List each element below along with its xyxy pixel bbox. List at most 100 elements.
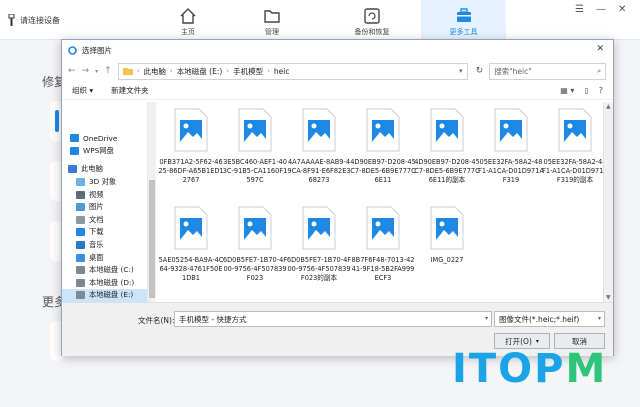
- tree-item[interactable]: 此电脑: [62, 163, 147, 176]
- refresh-icon[interactable]: ↻: [476, 66, 484, 76]
- file-item[interactable]: 05EE32FA-58A2-48F1-A1CA-D01D971AF319: [478, 108, 544, 184]
- drive-icon: [76, 266, 85, 275]
- downloads-folder-icon: [76, 228, 85, 237]
- logo-text-part2: M: [565, 346, 608, 392]
- back-arrow-icon[interactable]: ←: [68, 66, 76, 76]
- tab-home-label: 主页: [181, 28, 195, 36]
- organize-button[interactable]: 组织 ▾: [72, 85, 93, 96]
- tree-item-label: 图片: [89, 202, 104, 212]
- image-file-icon: [238, 108, 272, 152]
- tree-item[interactable]: 音乐: [62, 239, 147, 252]
- file-item[interactable]: 8B7F6F48-7013-4241-9F18-5B2FA999ECF3: [350, 206, 416, 282]
- navigation-tree: OneDrive WPS网盘此电脑 3D 对象 视频 图片文档 下载音乐 桌面本地磁盘 (C…: [62, 102, 148, 302]
- image-file-icon: [366, 108, 400, 152]
- up-arrow-icon[interactable]: ↑: [104, 66, 112, 76]
- file-name: IMG_0227: [430, 256, 464, 264]
- tab-home[interactable]: 主页: [153, 0, 223, 40]
- filename-field[interactable]: 手机模型 - 快捷方式 ▾: [174, 311, 492, 327]
- tree-item[interactable]: WPS网盘: [62, 145, 147, 158]
- minimize-icon[interactable]: —: [596, 4, 606, 15]
- dialog-toolbar: 组织 ▾ 新建文件夹 ▦ ▾ ▯ ?: [62, 82, 613, 100]
- tree-item-label: 桌面: [89, 252, 104, 262]
- window-close-icon[interactable]: ✕: [618, 4, 626, 15]
- file-item[interactable]: 4A7AAAAE-8AB9-49CA-8F91-E6F82E368273: [286, 108, 352, 184]
- image-file-icon: [558, 108, 592, 152]
- filetype-dropdown-icon[interactable]: ▾: [598, 315, 601, 322]
- file-item[interactable]: 0FB371A2-5F62-4625-86DF-A65B1ED12767: [158, 108, 224, 184]
- filetype-value: 图像文件(*.heic;*.heif): [499, 315, 580, 324]
- file-item[interactable]: IMG_0227: [414, 206, 480, 265]
- new-folder-button[interactable]: 新建文件夹: [111, 85, 149, 96]
- tree-item[interactable]: OneDrive: [62, 132, 147, 145]
- tree-item[interactable]: 文档: [62, 214, 147, 227]
- image-file-icon: [430, 108, 464, 152]
- file-item[interactable]: 5AE05254-BA9A-4C64-9328-4761F50E1DB1: [158, 206, 224, 282]
- help-icon[interactable]: ?: [599, 86, 603, 95]
- drive-icon: [76, 291, 85, 300]
- file-item[interactable]: 3E5BC460-AEF1-403C-91B5-CA1160F1597C: [222, 108, 288, 184]
- view-options-icon[interactable]: ▦ ▾: [560, 86, 574, 95]
- search-icon: ⌕: [597, 66, 602, 75]
- recent-locations-icon[interactable]: ▾: [95, 68, 98, 75]
- tree-item[interactable]: 视频: [62, 188, 147, 201]
- tree-item[interactable]: 下载: [62, 226, 147, 239]
- file-item[interactable]: 6D0B5FE7-1B70-4F00-9756-4F507839F023: [222, 206, 288, 282]
- device-connection[interactable]: 请连接设备: [8, 14, 60, 26]
- image-file-icon: [366, 206, 400, 250]
- filetype-select[interactable]: 图像文件(*.heic;*.heif) ▾: [494, 311, 605, 327]
- file-item[interactable]: 6D0B5FE7-1B70-4F00-9756-4F507839F023的副本: [286, 206, 352, 282]
- file-name: 4D90EB97-D208-45C7-8DE5-6B9E777C6E11的副本: [414, 158, 480, 184]
- 3d-objects-icon: [76, 178, 85, 187]
- image-file-icon: [494, 108, 528, 152]
- tree-item-label: 下载: [89, 227, 104, 237]
- dialog-close-button[interactable]: ✕: [596, 44, 604, 54]
- breadcrumb-drive-e[interactable]: 本地磁盘 (E:): [177, 66, 223, 77]
- tab-manage[interactable]: 管理: [237, 0, 307, 40]
- file-item[interactable]: 4D90EB97-D208-45C7-8DE5-6B9E777C6E11的副本: [414, 108, 480, 184]
- preview-pane-icon[interactable]: ▯: [584, 86, 588, 95]
- tree-item[interactable]: 本地磁盘 (C:): [62, 264, 147, 277]
- file-item[interactable]: 4D90EB97-D208-45C7-8DE5-6B9E777C6E11: [350, 108, 416, 184]
- tree-item-label: 本地磁盘 (D:): [89, 277, 135, 287]
- filename-value: 手机模型 - 快捷方式: [179, 315, 247, 324]
- home-icon: [180, 8, 196, 24]
- search-input[interactable]: 搜索"heic" ⌕: [489, 62, 607, 80]
- tree-item[interactable]: 本地磁盘 (E:): [62, 289, 147, 302]
- tree-item[interactable]: 3D 对象: [62, 176, 147, 189]
- tree-item[interactable]: 图片: [62, 201, 147, 214]
- image-file-icon: [174, 108, 208, 152]
- tree-scrollbar[interactable]: [148, 102, 156, 302]
- file-name: 4D90EB97-D208-45C7-8DE5-6B9E777C6E11: [350, 158, 416, 184]
- address-row: ← → ▾ ↑ › 此电脑 › 本地磁盘 (E:) › 手机模型 › heic …: [62, 60, 613, 82]
- tab-backup-restore[interactable]: 备份和恢复: [337, 0, 407, 40]
- scroll-down-icon[interactable]: ▼: [606, 294, 611, 301]
- breadcrumb-heic[interactable]: heic: [274, 67, 290, 76]
- toolbox-icon: [456, 8, 471, 22]
- tree-item[interactable]: 桌面: [62, 251, 147, 264]
- folder-icon: [122, 68, 133, 75]
- tree-scroll-thumb[interactable]: [149, 180, 155, 298]
- file-name: 8B7F6F48-7013-4241-9F18-5B2FA999ECF3: [351, 256, 415, 282]
- tree-item-label: 此电脑: [81, 164, 103, 174]
- filename-dropdown-icon[interactable]: ▾: [485, 315, 488, 322]
- tab-manage-label: 管理: [265, 28, 279, 36]
- breadcrumb-this-pc[interactable]: 此电脑: [143, 66, 166, 77]
- address-bar[interactable]: › 此电脑 › 本地磁盘 (E:) › 手机模型 › heic ▾: [117, 62, 468, 80]
- menu-icon[interactable]: ☰: [575, 4, 584, 15]
- scroll-up-icon[interactable]: ▲: [606, 103, 611, 110]
- app-header: 请连接设备 主页 管理 备份和恢复 更多工具 ☰ — ✕: [0, 0, 640, 40]
- backup-restore-icon: [364, 8, 380, 24]
- forward-arrow-icon[interactable]: →: [82, 66, 90, 76]
- tab-more-tools[interactable]: 更多工具: [421, 0, 506, 40]
- search-placeholder: 搜索"heic": [494, 66, 532, 76]
- itopm-logo: ITOP M: [452, 341, 607, 397]
- address-dropdown-icon[interactable]: ▾: [459, 67, 463, 75]
- file-item[interactable]: 05EE32FA-58A2-48F1-A1CA-D01D971AF319的副本: [542, 108, 608, 184]
- tab-more-tools-label: 更多工具: [449, 28, 478, 36]
- tree-item-label: OneDrive: [83, 133, 118, 143]
- breadcrumb-phone-model[interactable]: 手机模型: [233, 66, 263, 77]
- image-file-icon: [238, 206, 272, 250]
- file-name: 6D0B5FE7-1B70-4F00-9756-4F507839F023: [222, 256, 288, 282]
- tree-item[interactable]: 本地磁盘 (D:): [62, 277, 147, 290]
- file-scrollbar[interactable]: ▲ ▼: [603, 102, 613, 302]
